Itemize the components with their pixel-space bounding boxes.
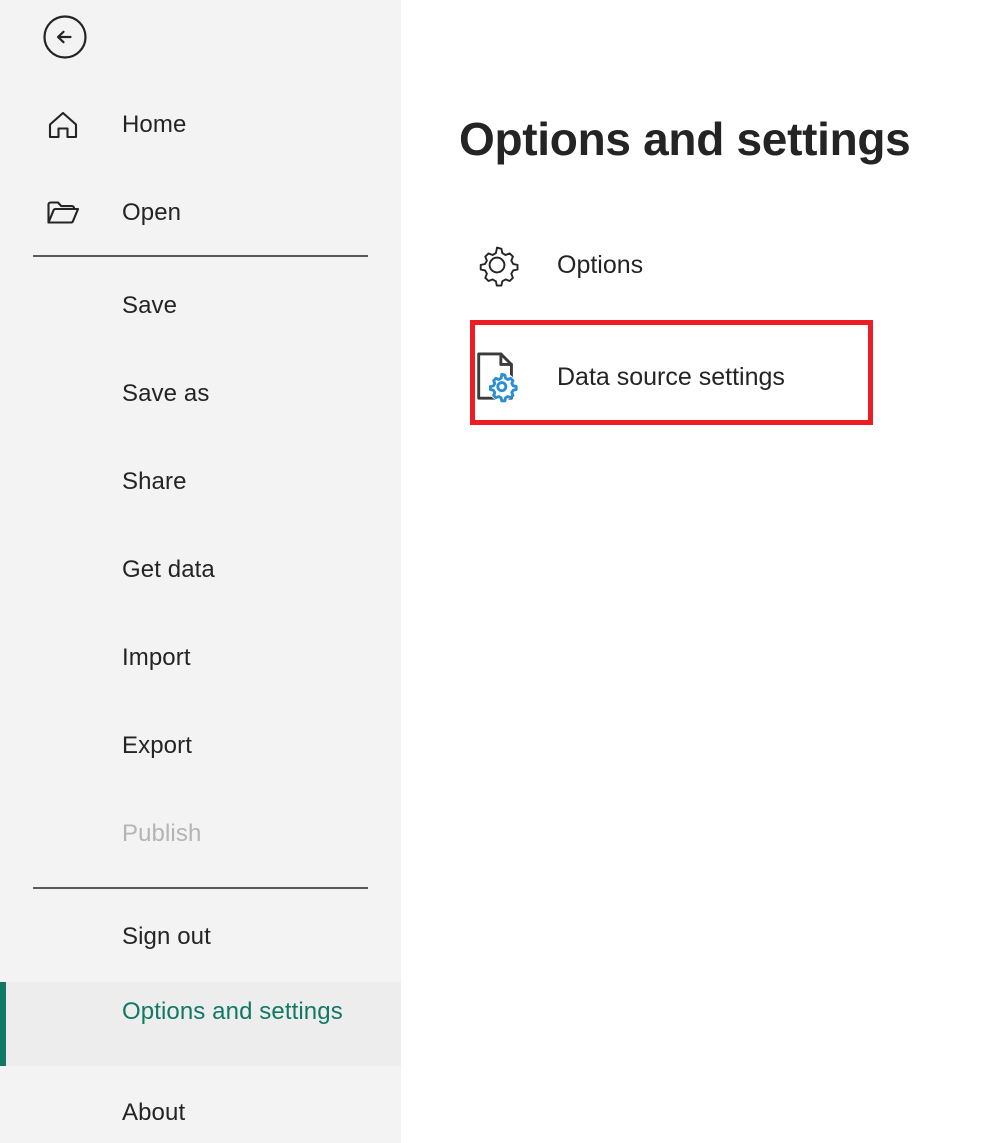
sidebar-item-label: Open — [122, 199, 181, 227]
sidebar-item-sign-out[interactable]: Sign out — [0, 908, 401, 966]
home-icon — [44, 106, 82, 144]
sidebar-item-export[interactable]: Export — [0, 717, 401, 775]
back-button[interactable] — [40, 14, 90, 64]
main-panel: Options and settings Options Data sou — [401, 0, 1008, 1143]
document-gear-icon — [471, 351, 523, 403]
sidebar-item-get-data[interactable]: Get data — [0, 541, 401, 599]
sidebar-item-label: Get data — [122, 556, 215, 584]
sidebar-item-about[interactable]: About — [0, 1084, 401, 1142]
page-title: Options and settings — [459, 112, 910, 166]
sidebar-item-label: About — [122, 1099, 185, 1127]
sidebar-item-label: Save as — [122, 380, 209, 408]
gear-icon — [471, 239, 523, 291]
sidebar-item-label: Sign out — [122, 923, 211, 951]
sidebar-item-label: Export — [122, 732, 192, 760]
sidebar-item-home[interactable]: Home — [0, 96, 401, 154]
sidebar-item-label: Home — [122, 111, 186, 139]
folder-open-icon — [44, 194, 82, 232]
data-source-settings-command-label: Data source settings — [557, 363, 785, 392]
sidebar-divider-top — [33, 255, 368, 257]
sidebar-item-share[interactable]: Share — [0, 453, 401, 511]
sidebar-item-save-as[interactable]: Save as — [0, 365, 401, 423]
sidebar-divider-bottom — [33, 887, 368, 889]
sidebar-item-label: Publish — [122, 820, 201, 848]
options-command[interactable]: Options — [471, 236, 643, 294]
backstage-sidebar: Home Open Save Save as Share Get data Im… — [0, 0, 401, 1143]
sidebar-item-open[interactable]: Open — [0, 184, 401, 242]
sidebar-item-save[interactable]: Save — [0, 277, 401, 335]
data-source-settings-command[interactable]: Data source settings — [471, 348, 785, 406]
sidebar-item-label: Import — [122, 644, 191, 672]
sidebar-item-publish: Publish — [0, 805, 401, 863]
sidebar-item-label: Save — [122, 292, 177, 320]
sidebar-item-label: Share — [122, 468, 187, 496]
sidebar-item-options-and-settings[interactable]: Options and settings — [0, 982, 401, 1066]
selection-accent-bar — [0, 982, 6, 1066]
options-command-label: Options — [557, 251, 643, 280]
sidebar-item-label: Options and settings — [122, 994, 352, 1030]
back-arrow-circle-icon — [41, 13, 89, 66]
sidebar-item-import[interactable]: Import — [0, 629, 401, 687]
